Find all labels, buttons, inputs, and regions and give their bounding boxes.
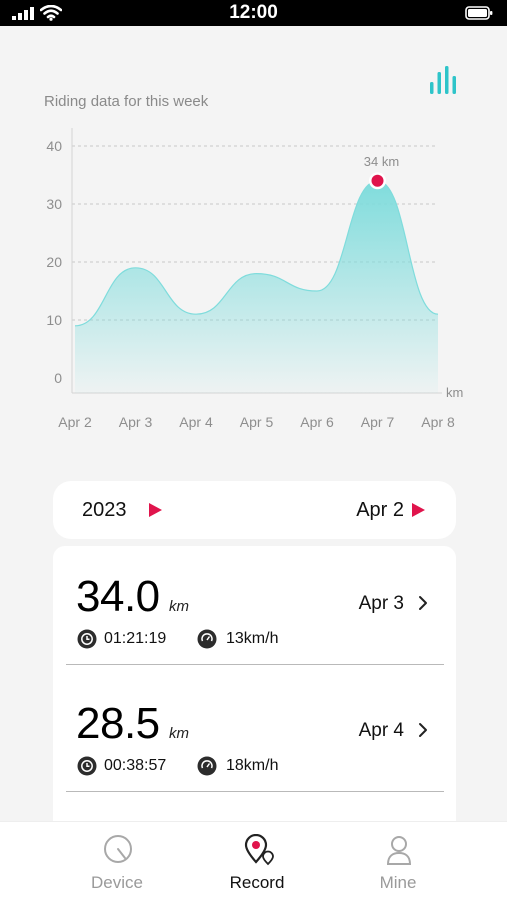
chevron-right-icon[interactable]	[418, 595, 428, 611]
records-list: 34.0 km Apr 3 01:21:19 13km/h 28.5 km Ap…	[53, 546, 456, 836]
x-tick-label: Apr 8	[421, 414, 455, 430]
record-duration: 01:21:19	[104, 630, 167, 647]
tab-record-label: Record	[229, 873, 285, 892]
bottom-tab-bar: Device Record Mine	[0, 821, 507, 900]
tab-record[interactable]: Record	[207, 822, 307, 900]
date-selector-value[interactable]: Apr 2	[356, 499, 404, 522]
x-tick-label: Apr 7	[361, 414, 395, 430]
tab-mine[interactable]: Mine	[348, 822, 448, 900]
speed-icon	[197, 629, 217, 649]
user-icon	[386, 836, 412, 865]
speedometer-icon	[104, 835, 132, 863]
record-distance: 28.5	[76, 699, 160, 748]
x-tick-label: Apr 5	[240, 414, 274, 430]
y-tick-label: 40	[46, 138, 62, 154]
highlight-value-label: 34 km	[364, 154, 399, 169]
date-dropdown-arrow-icon[interactable]	[412, 503, 425, 517]
ride-record[interactable]: 28.5 km Apr 4 00:38:57 18km/h	[66, 673, 444, 792]
tab-mine-label: Mine	[379, 873, 417, 892]
weekly-riding-chart: 0 10 20 30 40 km Apr 2 Apr 3 Apr 4 Apr 5 Apr 6 Apr …	[46, 128, 463, 430]
chart-title: Riding data for this week	[44, 93, 209, 110]
x-tick-label: Apr 3	[119, 414, 153, 430]
record-date: Apr 3	[358, 593, 404, 614]
year-selector[interactable]: 2023	[82, 499, 127, 522]
x-tick-label: Apr 2	[58, 414, 92, 430]
status-time: 12:00	[229, 2, 278, 23]
speed-icon	[197, 756, 217, 776]
highlight-point	[371, 174, 384, 187]
record-speed: 18km/h	[226, 757, 279, 774]
y-tick-label: 30	[46, 196, 62, 212]
record-date: Apr 4	[358, 720, 404, 741]
date-selector: 2023 Apr 2	[53, 481, 456, 539]
bar-chart-icon[interactable]	[428, 66, 462, 94]
map-pin-icon	[244, 834, 274, 866]
y-tick-label: 10	[46, 312, 62, 328]
ride-record[interactable]: 34.0 km Apr 3 01:21:19 13km/h	[66, 546, 444, 665]
record-distance-unit: km	[169, 598, 189, 615]
y-tick-label: 20	[46, 254, 62, 270]
tab-device[interactable]: Device	[67, 822, 167, 900]
clock-icon	[77, 756, 97, 776]
record-distance-unit: km	[169, 725, 189, 742]
area-fill	[75, 180, 438, 393]
clock-icon	[77, 629, 97, 649]
record-duration: 00:38:57	[104, 757, 167, 774]
record-speed: 13km/h	[226, 630, 279, 647]
status-bar: 12:00	[0, 0, 507, 26]
year-dropdown-arrow-icon[interactable]	[149, 503, 162, 517]
y-unit-label: km	[446, 385, 463, 400]
x-tick-label: Apr 6	[300, 414, 334, 430]
record-distance: 34.0	[76, 572, 160, 621]
chevron-right-icon[interactable]	[418, 722, 428, 738]
tab-device-label: Device	[91, 873, 143, 892]
battery-icon	[465, 6, 493, 20]
y-tick-label: 0	[54, 370, 62, 386]
x-tick-label: Apr 4	[179, 414, 213, 430]
